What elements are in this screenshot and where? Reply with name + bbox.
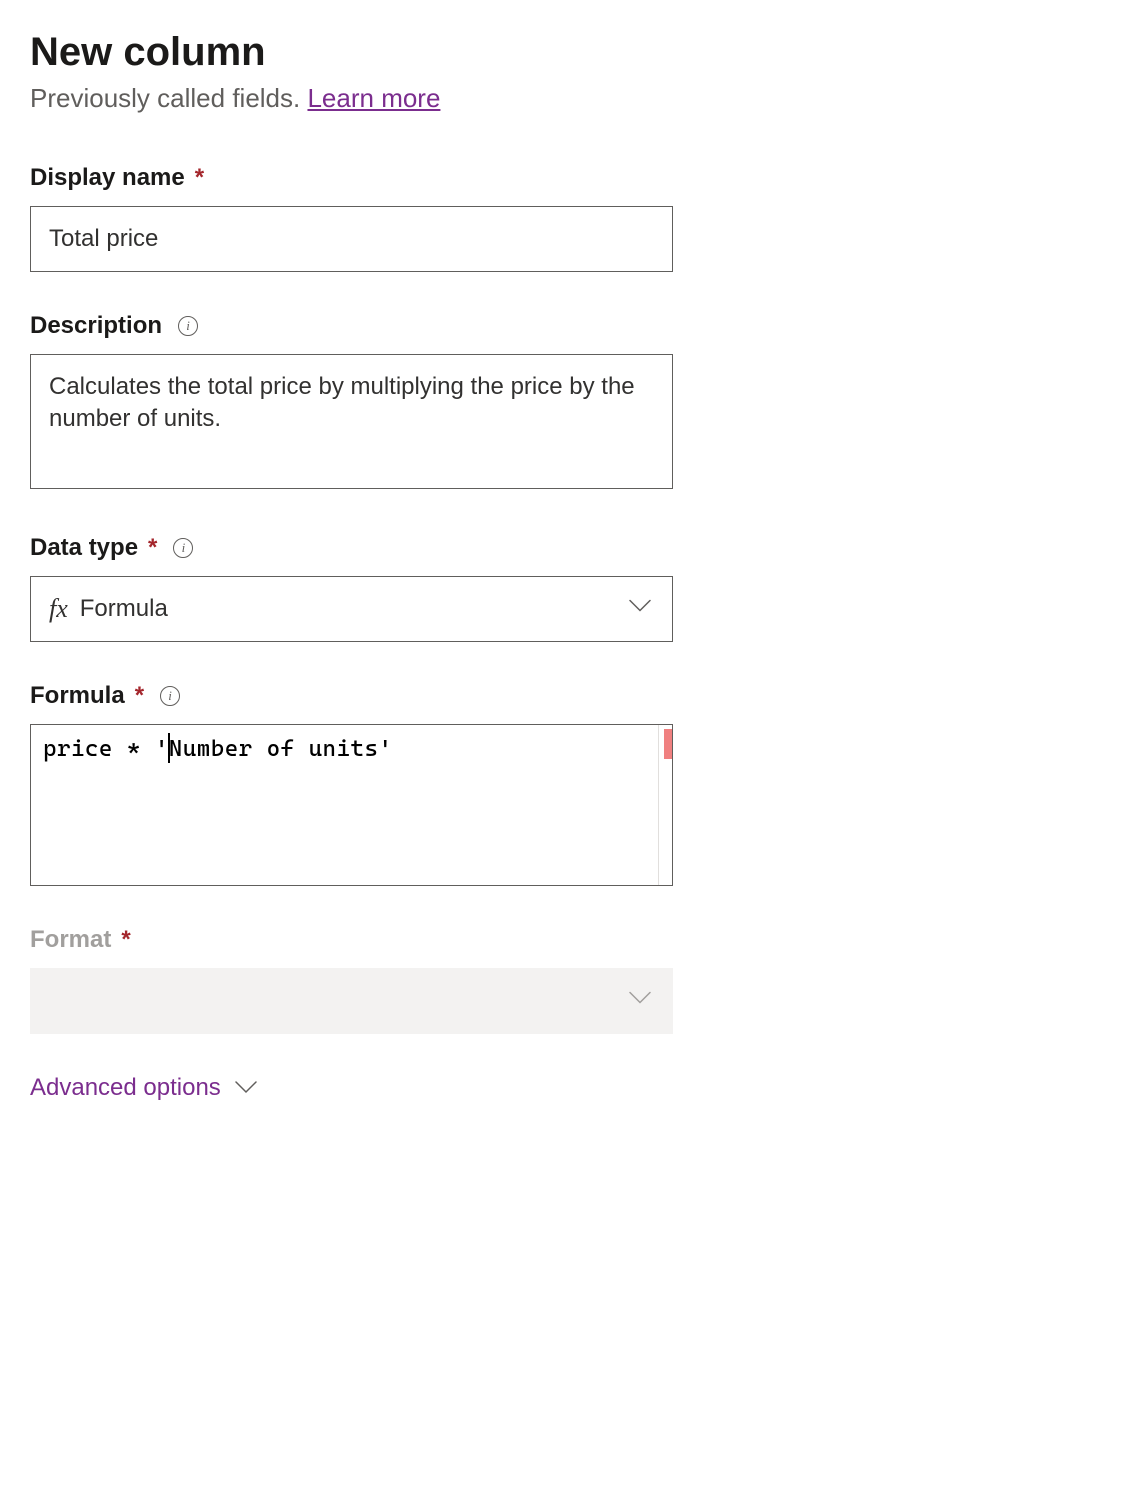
display-name-group: Display name * <box>30 164 1110 272</box>
description-label-text: Description <box>30 312 162 340</box>
info-icon[interactable]: i <box>173 538 193 558</box>
display-name-label: Display name * <box>30 164 1110 192</box>
description-input[interactable]: Calculates the total price by multiplyin… <box>30 354 673 489</box>
data-type-label: Data type * i <box>30 534 1110 562</box>
data-type-select[interactable]: fx Formula <box>30 576 673 642</box>
formula-group: Formula * i price * 'Number of units' <box>30 682 1110 886</box>
format-select-wrapper <box>30 968 673 1034</box>
formula-text-before-caret: price * ' <box>43 736 169 762</box>
display-name-label-text: Display name <box>30 164 185 192</box>
required-asterisk: * <box>135 682 144 710</box>
formula-minimap <box>658 725 672 885</box>
description-group: Description i Calculates the total price… <box>30 312 1110 494</box>
data-type-label-text: Data type <box>30 534 138 562</box>
text-caret <box>168 733 170 763</box>
data-type-group: Data type * i fx Formula <box>30 534 1110 642</box>
required-asterisk: * <box>148 534 157 562</box>
description-label: Description i <box>30 312 1110 340</box>
advanced-options-toggle[interactable]: Advanced options <box>30 1074 1110 1102</box>
info-icon[interactable]: i <box>178 316 198 336</box>
data-type-select-wrapper: fx Formula <box>30 576 673 642</box>
data-type-selected-value: Formula <box>80 595 168 623</box>
formula-text-after-caret: Number of units' <box>169 736 393 762</box>
display-name-input[interactable] <box>30 206 673 272</box>
info-icon[interactable]: i <box>160 686 180 706</box>
page-title: New column <box>30 30 1110 75</box>
formula-label: Formula * i <box>30 682 1110 710</box>
format-select[interactable] <box>30 968 673 1034</box>
minimap-error-marker <box>664 729 672 759</box>
formula-content[interactable]: price * 'Number of units' <box>31 725 658 885</box>
format-group: Format * <box>30 926 1110 1034</box>
required-asterisk: * <box>195 164 204 192</box>
formula-label-text: Formula <box>30 682 125 710</box>
page-subtitle: Previously called fields. Learn more <box>30 83 1110 114</box>
advanced-options-label: Advanced options <box>30 1074 221 1102</box>
required-asterisk: * <box>121 926 130 954</box>
subtitle-text: Previously called fields. <box>30 83 307 113</box>
fx-icon: fx <box>49 594 68 624</box>
learn-more-link[interactable]: Learn more <box>307 83 440 113</box>
format-label-text: Format <box>30 926 111 954</box>
format-label: Format * <box>30 926 1110 954</box>
formula-editor[interactable]: price * 'Number of units' <box>30 724 673 886</box>
chevron-down-icon <box>235 1081 257 1095</box>
